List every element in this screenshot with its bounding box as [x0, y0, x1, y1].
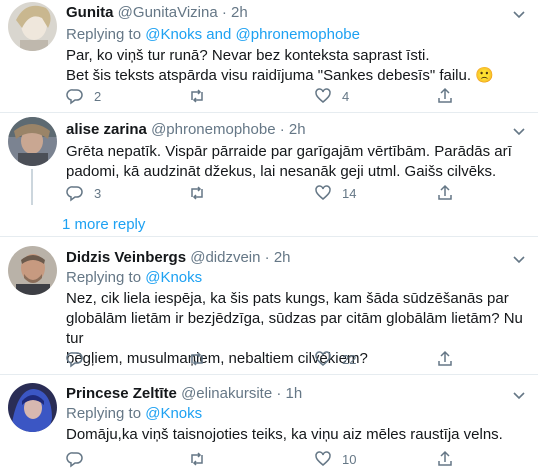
author-name[interactable]: Didzis Veinbergs	[66, 249, 186, 266]
retweet-button[interactable]	[188, 349, 216, 369]
like-button[interactable]: 22	[314, 349, 356, 369]
heart-icon	[315, 351, 331, 366]
chevron-down-icon[interactable]	[512, 255, 526, 265]
reply-button[interactable]: 2	[66, 86, 101, 106]
retweet-button[interactable]	[188, 86, 216, 106]
replying-prefix: Replying to	[66, 26, 146, 43]
separator-dot: ·	[279, 121, 285, 138]
author-name[interactable]: Gunita	[66, 4, 114, 21]
timestamp[interactable]: 2h	[231, 4, 248, 21]
replying-prefix: Replying to	[66, 405, 146, 422]
reply-icon	[66, 352, 83, 368]
replying-prefix: Replying to	[66, 269, 146, 286]
more-replies-link[interactable]: 1 more reply	[62, 216, 145, 233]
share-button[interactable]	[436, 349, 454, 369]
divider	[0, 236, 538, 237]
author-name[interactable]: Princese Zeltīte	[66, 385, 177, 402]
avatar[interactable]	[8, 2, 57, 51]
tweet-body-line: padomi, kā audzināt džekus, lai nesanāk …	[66, 163, 497, 180]
heart-icon	[315, 451, 331, 466]
reply-icon	[66, 89, 83, 105]
chevron-down-icon[interactable]	[512, 10, 526, 20]
like-count: 22	[342, 351, 357, 367]
reply-count: 3	[94, 185, 102, 201]
author-handle[interactable]: @elinakursite	[181, 385, 272, 402]
retweet-icon	[191, 352, 203, 366]
like-button[interactable]: 4	[314, 86, 349, 106]
retweet-icon	[191, 186, 203, 200]
replying-to: Replying to @Knoks	[66, 269, 202, 286]
tweet-body-line: globālām lietām ir bezjēdzīga, sūdzas pa…	[66, 310, 523, 347]
tweet-body: Par, ko viņš tur runā? Nevar bez konteks…	[66, 46, 526, 86]
share-icon	[438, 450, 452, 466]
retweet-button[interactable]	[188, 449, 216, 469]
reply-button[interactable]	[66, 449, 94, 469]
author-handle[interactable]: @didzvein	[190, 249, 260, 266]
author-handle[interactable]: @GunitaVizina	[118, 4, 218, 21]
retweet-icon	[191, 89, 203, 103]
replying-to-link[interactable]: @Knoks	[145, 405, 202, 422]
separator-dot: ·	[221, 4, 227, 21]
heart-icon	[315, 185, 331, 200]
separator-dot: ·	[276, 385, 282, 402]
share-icon	[438, 87, 452, 103]
share-icon	[438, 350, 452, 366]
like-count: 4	[342, 88, 350, 104]
share-button[interactable]	[436, 86, 454, 106]
tweet-body-line: Grēta nepatīk. Vispār pārraide par garīg…	[66, 143, 512, 160]
share-icon	[438, 184, 452, 200]
tweet-body: Domāju,ka viņš taisnojoties teiks, ka vi…	[66, 425, 526, 445]
replying-to: Replying to @Knoks	[66, 405, 202, 422]
author-name[interactable]: alise zarina	[66, 121, 147, 138]
replying-to-link[interactable]: @Knoks	[145, 269, 202, 286]
replying-to-link[interactable]: @Knoks and @phronemophobe	[145, 26, 360, 43]
like-count: 10	[342, 451, 357, 467]
share-button[interactable]	[436, 183, 454, 203]
reply-count: 2	[94, 88, 102, 104]
chevron-down-icon[interactable]	[512, 391, 526, 401]
avatar[interactable]	[8, 117, 57, 166]
tweet-actions: 2 4	[66, 86, 506, 106]
tweet-actions: 22	[66, 349, 506, 369]
like-button[interactable]: 10	[314, 449, 356, 469]
share-button[interactable]	[436, 449, 454, 469]
tweet-body-line: Bet šis teksts atspārda visu raidījuma "…	[66, 67, 494, 84]
tweet-body-line: Nez, cik liela iespēja, ka šis pats kung…	[66, 290, 509, 307]
separator-dot: ·	[264, 249, 270, 266]
author-handle[interactable]: @phronemophobe	[151, 121, 275, 138]
reply-icon	[66, 452, 83, 468]
reply-icon	[66, 186, 83, 202]
tweet-actions: 3 14	[66, 183, 506, 203]
timestamp[interactable]: 2h	[274, 249, 291, 266]
avatar[interactable]	[8, 383, 57, 432]
heart-icon	[315, 88, 331, 103]
timestamp[interactable]: 1h	[286, 385, 303, 402]
replying-to: Replying to @Knoks and @phronemophobe	[66, 26, 360, 43]
thread-connector	[31, 169, 33, 205]
reply-button[interactable]: 3	[66, 183, 101, 203]
tweet-body: Grēta nepatīk. Vispār pārraide par garīg…	[66, 142, 526, 182]
divider	[0, 112, 538, 113]
retweet-icon	[191, 452, 203, 466]
reply-button[interactable]	[66, 349, 94, 369]
tweet-body-line: Par, ko viņš tur runā? Nevar bez konteks…	[66, 47, 430, 64]
tweet-actions: 10	[66, 449, 506, 469]
timestamp[interactable]: 2h	[289, 121, 306, 138]
like-button[interactable]: 14	[314, 183, 356, 203]
avatar[interactable]	[8, 246, 57, 295]
retweet-button[interactable]	[188, 183, 216, 203]
divider	[0, 374, 538, 375]
like-count: 14	[342, 185, 357, 201]
chevron-down-icon[interactable]	[512, 127, 526, 137]
tweet-body-line: Domāju,ka viņš taisnojoties teiks, ka vi…	[66, 426, 503, 443]
